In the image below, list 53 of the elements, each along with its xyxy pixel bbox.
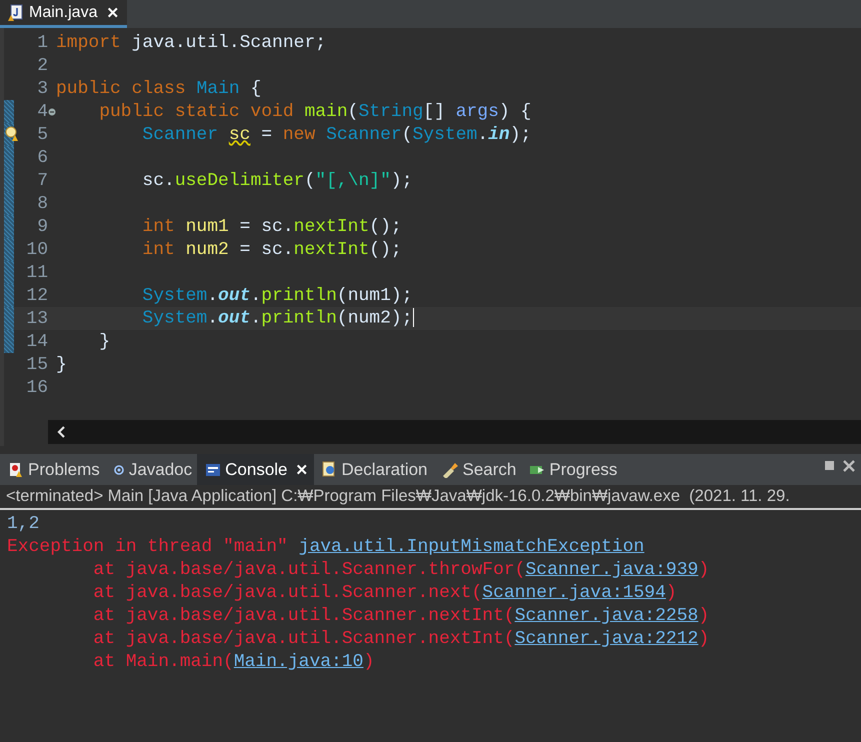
flashlight-icon	[440, 462, 459, 478]
view-tab[interactable]: Progress	[521, 454, 622, 485]
code-line: import java.util.Scanner;	[56, 32, 326, 52]
editor-tab[interactable]: Main.java ✕	[0, 0, 128, 28]
problems-icon	[8, 462, 24, 478]
view-tab[interactable]: Declaration	[314, 454, 433, 485]
console-line: at Main.main(Main.java:10)	[92, 652, 376, 674]
scroll-left-icon[interactable]	[56, 426, 66, 438]
console-icon	[205, 462, 222, 478]
line-number: 3	[36, 78, 48, 98]
console-line: 1,2	[7, 514, 40, 536]
line-number: 11	[25, 262, 48, 282]
code-line: }	[98, 332, 110, 352]
line-number: 6	[36, 148, 48, 168]
line-number: 16	[25, 378, 48, 398]
java-file-icon	[8, 4, 24, 22]
console-line: at java.base/java.util.Scanner.next(Scanner.java:1594)	[92, 583, 678, 605]
console-line: at java.base/java.util.Scanner.nextInt(Scanner.java:2212)	[92, 629, 710, 651]
code-line: }	[56, 354, 67, 374]
line-number: 7	[36, 170, 48, 190]
line-number: 13	[25, 308, 48, 328]
line-number: 9	[36, 216, 48, 236]
code-line: sc.useDelimiter("[,\n]");	[141, 170, 412, 190]
at-sign-icon	[112, 464, 125, 476]
fold-icon[interactable]	[48, 108, 56, 116]
horizontal-scrollbar[interactable]	[48, 420, 861, 444]
line-number: 14	[25, 332, 48, 352]
code-line: System.out.println(num2);	[141, 308, 414, 329]
line-number: 1	[36, 32, 48, 52]
maximize-icon[interactable]	[824, 460, 835, 471]
view-tab[interactable]: Problems	[0, 454, 105, 485]
close-button[interactable]: ✕	[296, 460, 309, 478]
code-line: public class Main {	[56, 78, 262, 98]
console-line: Exception in thread "main" java.util.InputMismatchException	[7, 537, 646, 559]
line-number: 2	[36, 56, 48, 76]
code-line: public static void main(String[] args) {	[98, 102, 532, 122]
console-line: at java.base/java.util.Scanner.nextInt(Scanner.java:2258)	[92, 606, 710, 628]
code-line: int num2 = sc.nextInt();	[141, 240, 402, 260]
view-tab[interactable]: Search	[432, 454, 522, 485]
code-line: int num1 = sc.nextInt();	[141, 216, 402, 236]
line-number: 12	[25, 286, 48, 306]
line-number: 10	[25, 240, 48, 260]
line-number: 4	[36, 102, 48, 122]
code-line: Scanner sc = new Scanner(System.in);	[141, 124, 532, 144]
view-tab[interactable]: Console ✕	[197, 454, 314, 485]
line-number: 5	[36, 124, 48, 144]
line-number: 15	[25, 354, 48, 374]
line-number: 8	[36, 194, 48, 214]
console-line: at java.base/java.util.Scanner.throwFor(Scanner.java:939)	[92, 560, 710, 582]
view-tab[interactable]: Javadoc	[104, 454, 198, 485]
code-line: System.out.println(num1);	[141, 286, 413, 306]
console-header: <terminated> Main [Java Application] C:₩Program Files₩Java₩jdk-16.0.2₩bin₩javaw.exe (2021. 11. 29.	[6, 487, 790, 506]
close-button[interactable]: ✕	[106, 4, 120, 22]
